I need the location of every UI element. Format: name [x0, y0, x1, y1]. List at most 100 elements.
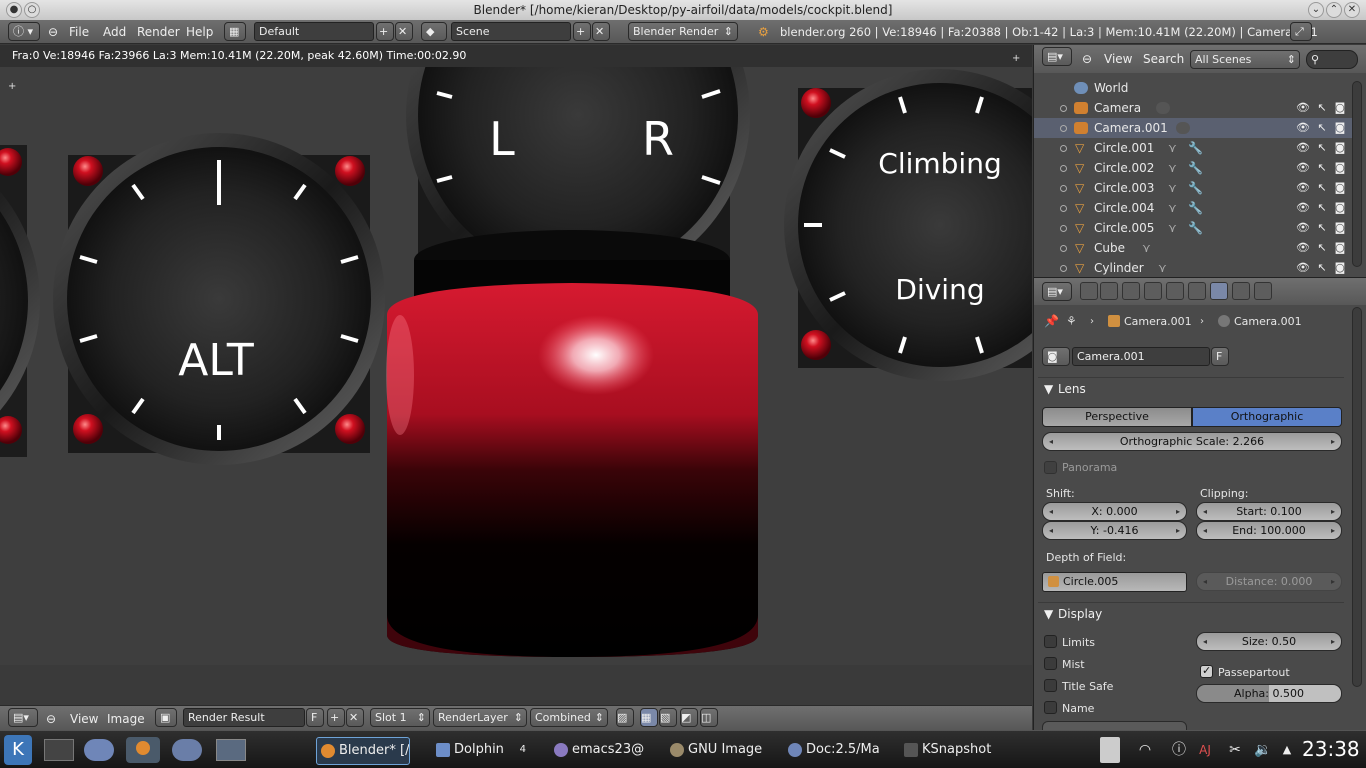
shift-y-field[interactable]: ◂ Y: -0.416 ▸	[1042, 521, 1187, 540]
outliner-item-circle-004[interactable]: ▽ Circle.004 ⋎ 🔧 👁 ↖ ◙	[1034, 198, 1352, 218]
expand-icon[interactable]	[1060, 205, 1067, 212]
alpha-checker-icon[interactable]: ▦	[640, 708, 658, 727]
menu-search[interactable]: Search	[1143, 52, 1184, 66]
name-checkbox[interactable]	[1044, 701, 1057, 714]
mesh-data-icon[interactable]: ⋎	[1158, 258, 1167, 277]
perspective-button[interactable]: Perspective	[1042, 407, 1192, 427]
menu-image[interactable]: Image	[107, 712, 145, 726]
unlink-image-button[interactable]: ✕	[346, 708, 364, 727]
menu-add[interactable]: Add	[103, 25, 126, 39]
draw-mode-icon[interactable]: ▨	[616, 708, 634, 727]
mist-checkbox[interactable]	[1044, 657, 1057, 670]
menu-help[interactable]: Help	[186, 25, 213, 39]
visibility-eye-icon[interactable]: 👁	[1296, 182, 1310, 194]
menu-view[interactable]: View	[70, 712, 98, 726]
select-arrow-icon[interactable]: ↖	[1316, 222, 1328, 234]
decrement-arrow-icon[interactable]: ◂	[1203, 522, 1207, 539]
visibility-eye-icon[interactable]: 👁	[1296, 162, 1310, 174]
fake-user-button[interactable]: F	[306, 708, 324, 727]
expand-icon[interactable]	[1060, 105, 1067, 112]
visibility-eye-icon[interactable]: 👁	[1296, 222, 1310, 234]
mesh-data-icon[interactable]: ⋎	[1168, 178, 1177, 198]
show-desktop-icon[interactable]	[44, 739, 74, 761]
render-camera-icon[interactable]: ◙	[1334, 162, 1346, 174]
decrement-arrow-icon[interactable]: ◂	[1203, 633, 1207, 650]
visibility-eye-icon[interactable]: 👁	[1296, 202, 1310, 214]
outliner-item-cube[interactable]: ▽ Cube ⋎ 👁 ↖ ◙	[1034, 238, 1352, 258]
visibility-eye-icon[interactable]: 👁	[1296, 122, 1310, 134]
select-arrow-icon[interactable]: ↖	[1316, 202, 1328, 214]
world-context-icon[interactable]	[1144, 282, 1162, 300]
visibility-eye-icon[interactable]: 👁	[1296, 142, 1310, 154]
select-arrow-icon[interactable]: ↖	[1316, 242, 1328, 254]
orthographic-button[interactable]: Orthographic	[1192, 407, 1342, 427]
render-camera-icon[interactable]: ◙	[1334, 242, 1346, 254]
render-viewport[interactable]: Fra:0 Ve:18946 Fa:23966 La:3 Mem:10.41M …	[0, 45, 1032, 705]
passepartout-checkbox[interactable]: ✓	[1200, 664, 1213, 678]
info-icon[interactable]: ⓘ	[1170, 741, 1188, 759]
collapse-menu-icon[interactable]: ⊖	[1082, 52, 1092, 66]
texture-context-icon[interactable]	[1232, 282, 1250, 300]
increment-arrow-icon[interactable]: ▸	[1176, 503, 1180, 520]
increment-arrow-icon[interactable]: ▸	[1176, 522, 1180, 539]
image-browse-icon[interactable]: ▣	[155, 708, 177, 727]
select-arrow-icon[interactable]: ↖	[1316, 142, 1328, 154]
dof-distance-field[interactable]: ◂ Distance: 0.000 ▸	[1196, 572, 1342, 591]
search-input[interactable]: ⚲	[1306, 50, 1358, 69]
render-camera-icon[interactable]: ◙	[1334, 202, 1346, 214]
physics-context-icon[interactable]	[1254, 282, 1272, 300]
panorama-checkbox[interactable]	[1044, 461, 1057, 474]
new-image-button[interactable]: +	[327, 708, 345, 727]
scene-field[interactable]: Scene	[451, 22, 571, 41]
increment-arrow-icon[interactable]: ▸	[1331, 503, 1335, 520]
clipboard-icon[interactable]	[1100, 737, 1120, 763]
mesh-data-icon[interactable]: ⋎	[1168, 158, 1177, 178]
mesh-data-icon[interactable]: ⋎	[1142, 238, 1151, 258]
collapse-triangle-icon[interactable]: ▼	[1044, 382, 1053, 396]
display-mode-select[interactable]: All Scenes ⇕	[1190, 50, 1300, 69]
select-arrow-icon[interactable]: ↖	[1316, 182, 1328, 194]
outliner-item-camera-001[interactable]: Camera.001 👁 ↖ ◙	[1034, 118, 1352, 138]
increment-arrow-icon[interactable]: ▸	[1331, 522, 1335, 539]
decrement-arrow-icon[interactable]: ◂	[1049, 433, 1053, 450]
fake-user-button[interactable]: F	[1211, 347, 1229, 366]
remove-layout-button[interactable]: ✕	[395, 22, 413, 41]
shift-x-field[interactable]: ◂ X: 0.000 ▸	[1042, 502, 1187, 521]
pin-icon[interactable]: ○	[24, 2, 40, 18]
lens-panel-title[interactable]: Lens	[1058, 382, 1086, 396]
task-dolphin[interactable]: Dolphin 4	[432, 737, 530, 765]
title-safe-checkbox[interactable]	[1044, 679, 1057, 692]
collapse-menu-icon[interactable]: ⊖	[48, 25, 58, 39]
expand-icon[interactable]	[1060, 265, 1067, 272]
render-engine-select[interactable]: Blender Render ⇕	[628, 22, 738, 41]
menu-render[interactable]: Render	[137, 25, 180, 39]
expand-icon[interactable]	[1060, 165, 1067, 172]
clip-start-field[interactable]: ◂ Start: 0.100 ▸	[1196, 502, 1342, 521]
render-context-icon[interactable]	[1080, 282, 1098, 300]
render-camera-icon[interactable]: ◙	[1334, 182, 1346, 194]
ortho-scale-field[interactable]: ◂ Orthographic Scale: 2.266 ▸	[1042, 432, 1342, 451]
expand-icon[interactable]	[1060, 185, 1067, 192]
select-arrow-icon[interactable]: ↖	[1316, 162, 1328, 174]
render-pass-select[interactable]: Combined ⇕	[530, 708, 608, 727]
outliner-scrollbar[interactable]	[1352, 81, 1362, 267]
z-buffer-icon[interactable]: ▧	[659, 708, 677, 727]
composition-guides-select[interactable]	[1042, 721, 1187, 730]
constraints-context-icon[interactable]	[1188, 282, 1206, 300]
klipper-scissors-icon[interactable]: ✂	[1226, 741, 1244, 759]
menu-file[interactable]: File	[69, 25, 89, 39]
dof-object-field[interactable]: Circle.005	[1042, 572, 1187, 592]
maximize-icon[interactable]: ⌃	[1326, 2, 1342, 18]
render-layers-context-icon[interactable]	[1100, 282, 1118, 300]
render-camera-icon[interactable]: ◙	[1334, 142, 1346, 154]
increment-arrow-icon[interactable]: ▸	[1331, 433, 1335, 450]
decrement-arrow-icon[interactable]: ◂	[1049, 503, 1053, 520]
draw-channels-icon[interactable]: ◩	[680, 708, 698, 727]
camera-data-icon[interactable]	[1176, 122, 1190, 134]
editor-type-image-button[interactable]: ▤▾	[8, 708, 38, 727]
konqueror-launcher-icon[interactable]	[84, 739, 114, 761]
render-camera-icon[interactable]: ◙	[1334, 122, 1346, 134]
outliner-item-circle-002[interactable]: ▽ Circle.002 ⋎ 🔧 👁 ↖ ◙	[1034, 158, 1352, 178]
expand-icon[interactable]	[1060, 125, 1067, 132]
screen-layout-icon[interactable]: ▦	[224, 22, 246, 41]
